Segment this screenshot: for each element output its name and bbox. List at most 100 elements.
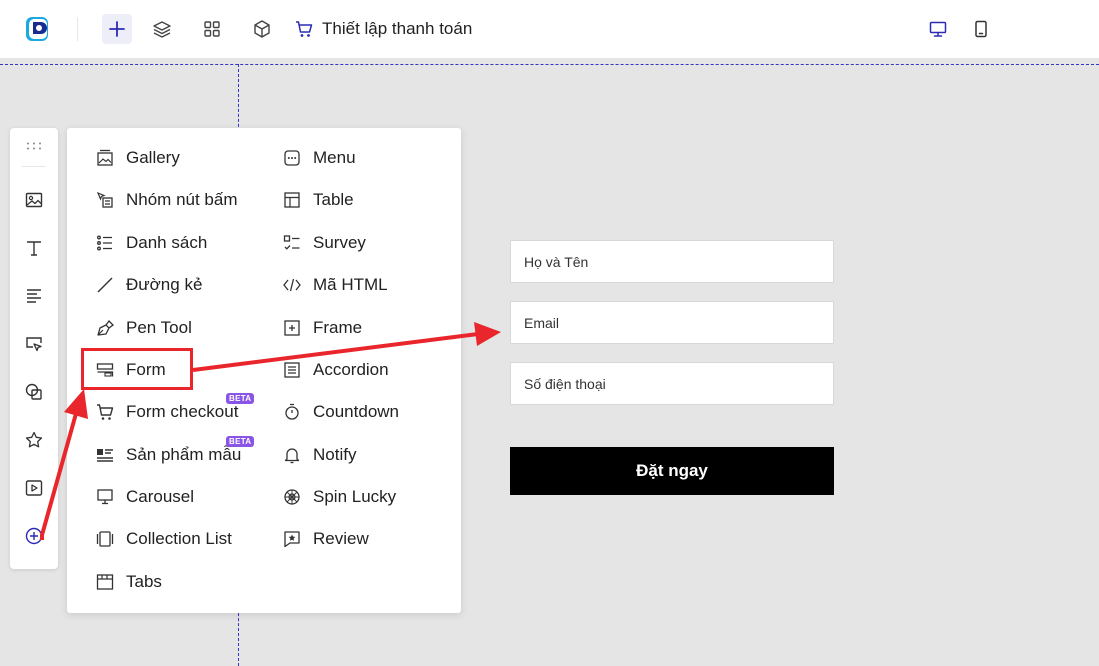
menu-item-label: Nhóm nút bấm: [126, 190, 238, 209]
apps-button[interactable]: [197, 14, 227, 44]
menu-item-label: Accordion: [313, 360, 389, 379]
survey-icon: [282, 233, 302, 253]
menu-item-collection-list[interactable]: Collection List: [95, 524, 232, 554]
menu-item-review[interactable]: Review: [282, 524, 369, 554]
menu-item-label: Survey: [313, 233, 366, 252]
table-icon: [282, 190, 302, 210]
menu-item-label: Gallery: [126, 148, 180, 167]
menu-item-table[interactable]: Table: [282, 185, 354, 215]
menu-item-label: Notify: [313, 445, 357, 464]
menu-item-label: Frame: [313, 318, 363, 337]
menu-item-countdown[interactable]: Countdown: [282, 397, 399, 427]
page-title: Thiết lập thanh toán: [322, 19, 473, 38]
layers-icon: [153, 21, 171, 38]
components-button[interactable]: [247, 14, 277, 44]
tool-image[interactable]: [22, 188, 46, 212]
tool-paragraph[interactable]: [22, 284, 46, 308]
order-now-button[interactable]: Đặt ngay: [510, 447, 834, 495]
list-icon: [95, 233, 115, 253]
menu-item-accordion[interactable]: Accordion: [282, 355, 389, 385]
phone-field[interactable]: Số điện thoại: [510, 362, 834, 405]
mobile-icon: [975, 20, 987, 38]
menu-item-notify[interactable]: Notify: [282, 440, 356, 470]
code-icon: [282, 275, 302, 295]
drag-dots-icon: [27, 142, 41, 150]
menu-item-gallery[interactable]: Gallery: [95, 143, 180, 173]
menu-item-label: Tabs: [126, 572, 162, 591]
tool-shapes[interactable]: [22, 380, 46, 404]
text-icon: [27, 241, 41, 256]
apps-grid-icon: [204, 21, 220, 37]
menu-item-label: Đường kẻ: [126, 275, 203, 294]
add-circle-icon: [25, 527, 43, 545]
menu-item-product[interactable]: Sản phẩm mẫu: [95, 440, 241, 470]
star-icon: [25, 431, 43, 448]
add-element-button[interactable]: [102, 14, 132, 44]
checkout-settings-button[interactable]: Thiết lập thanh toán: [294, 15, 472, 43]
form-highlight-box: [81, 348, 193, 390]
menu-item-label: Pen Tool: [126, 318, 192, 337]
line-icon: [95, 275, 115, 295]
pen-tool-icon: [95, 318, 115, 338]
menu-item-html[interactable]: Mã HTML: [282, 270, 388, 300]
menu-item-pen-tool[interactable]: Pen Tool: [95, 313, 192, 343]
tool-text[interactable]: [22, 236, 46, 260]
button-cursor-icon: [26, 337, 42, 352]
layers-button[interactable]: [147, 14, 177, 44]
menu-item-label: Review: [313, 529, 369, 548]
desktop-icon: [929, 21, 947, 37]
wheel-icon: [282, 487, 302, 507]
tool-video[interactable]: [22, 476, 46, 500]
menu-item-button-group[interactable]: Nhóm nút bấm: [95, 185, 238, 215]
menu-item-survey[interactable]: Survey: [282, 228, 366, 258]
video-icon: [25, 480, 43, 496]
carousel-icon: [95, 487, 115, 507]
beta-badge: BETA: [226, 436, 255, 447]
frame-icon: [282, 318, 302, 338]
left-toolbar: [10, 128, 58, 569]
button-group-icon: [95, 190, 115, 210]
menu-item-list[interactable]: Danh sách: [95, 228, 207, 258]
menu-item-carousel[interactable]: Carousel: [95, 482, 194, 512]
menu-item-label: Form checkout: [126, 402, 239, 421]
tool-button[interactable]: [22, 332, 46, 356]
menu-item-label: Spin Lucky: [313, 487, 397, 506]
menu-item-menu[interactable]: Menu: [282, 143, 356, 173]
timer-icon: [282, 402, 302, 422]
cube-icon: [254, 20, 270, 38]
top-bar: Thiết lập thanh toán: [0, 0, 1099, 58]
mobile-view-button[interactable]: [966, 14, 996, 44]
accordion-icon: [282, 360, 302, 380]
menu-item-label: Danh sách: [126, 233, 208, 252]
full-name-field[interactable]: Họ và Tên: [510, 240, 834, 283]
desktop-view-button[interactable]: [923, 14, 953, 44]
collection-icon: [95, 529, 115, 549]
shapes-icon: [25, 383, 42, 400]
tool-icon[interactable]: [22, 428, 46, 452]
menu-item-label: Collection List: [126, 529, 232, 548]
menu-item-label: Menu: [313, 148, 356, 167]
bell-icon: [282, 445, 302, 465]
menu-item-spin-lucky[interactable]: Spin Lucky: [282, 482, 396, 512]
gallery-icon: [95, 148, 115, 168]
app-logo-icon[interactable]: [24, 14, 52, 44]
menu-item-label: Countdown: [313, 402, 400, 421]
menu-item-label: Table: [313, 190, 354, 209]
email-field[interactable]: Email: [510, 301, 834, 344]
image-icon: [25, 192, 43, 208]
menu-item-line[interactable]: Đường kẻ: [95, 270, 202, 300]
cart-icon: [95, 402, 115, 422]
tabs-icon: [95, 572, 115, 592]
topbar-divider: [77, 17, 78, 41]
menu-item-frame[interactable]: Frame: [282, 313, 362, 343]
beta-badge: BETA: [226, 393, 255, 404]
menu-item-label: Carousel: [126, 487, 195, 506]
menu-item-form-checkout[interactable]: Form checkout: [95, 397, 238, 427]
toolbar-divider: [22, 166, 46, 167]
product-icon: [95, 445, 115, 465]
drag-handle[interactable]: [10, 136, 58, 156]
menu-item-tabs[interactable]: Tabs: [95, 567, 162, 597]
menu-item-label: Sản phẩm mẫu: [126, 445, 242, 464]
tool-add-more[interactable]: [22, 524, 46, 548]
menu-item-label: Mã HTML: [313, 275, 388, 294]
